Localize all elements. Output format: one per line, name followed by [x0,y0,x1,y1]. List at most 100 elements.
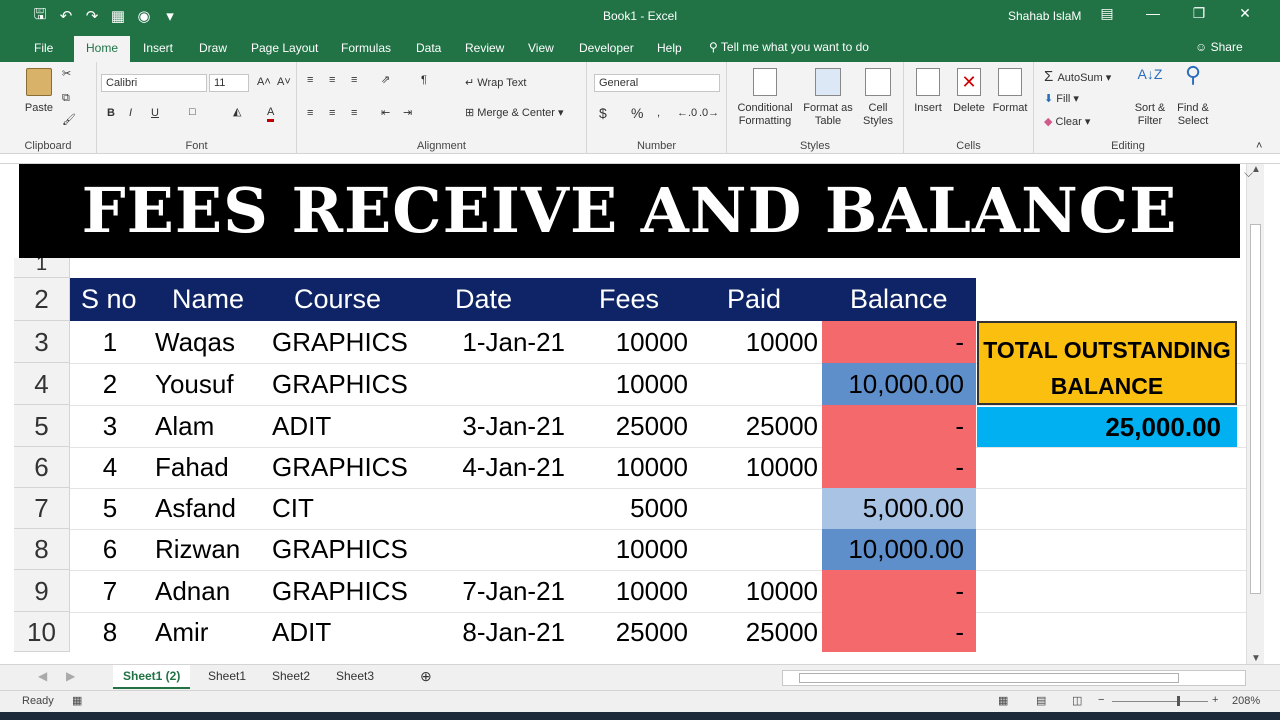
cell-name[interactable]: Waqas [155,321,265,363]
cell-sno[interactable]: 3 [70,405,150,447]
row-header-8[interactable]: 8 [14,529,70,570]
tab-developer[interactable]: Developer [579,41,634,55]
cell-paid[interactable]: 25000 [700,612,818,652]
zoom-level[interactable]: 208% [1232,695,1260,707]
fill-button[interactable]: ⬇ Fill ▾ [1044,93,1079,106]
align-right-icon[interactable]: ≡ [351,107,357,120]
zoom-out-icon[interactable]: − [1098,694,1104,706]
currency-button[interactable]: $ [599,106,607,120]
sheet-banner-title[interactable]: FEES RECEIVE AND BALANCE [19,164,1240,258]
cell-sno[interactable]: 5 [70,488,150,529]
align-middle-icon[interactable]: ≡ [329,74,335,87]
cell-balance[interactable]: - [822,405,976,447]
row-header-4[interactable]: 4 [14,363,70,405]
close-icon[interactable]: ✕ [1232,5,1258,22]
ribbon-display-options-icon[interactable]: ▤ [1094,5,1120,22]
format-as-table-button[interactable]: Format as Table [801,68,855,128]
cell-paid[interactable] [700,529,818,570]
cell-name[interactable]: Adnan [155,570,265,612]
row-header-5[interactable]: 5 [14,405,70,447]
macro-record-icon[interactable]: ▦ [72,694,82,707]
cell-name[interactable]: Asfand [155,488,265,529]
sheet-tab-sheet2[interactable]: Sheet2 [272,669,310,683]
zoom-slider[interactable] [1112,701,1208,702]
cell-name[interactable]: Amir [155,612,265,652]
normal-view-icon[interactable]: ▦ [998,694,1008,707]
merge-center-button[interactable]: ⊞ Merge & Center ▾ [465,107,564,120]
page-layout-view-icon[interactable]: ▤ [1036,694,1046,707]
cell-date[interactable] [445,488,565,529]
cell-sno[interactable]: 6 [70,529,150,570]
share-button[interactable]: ☺ Share [1195,40,1243,54]
cell-balance[interactable]: - [822,447,976,488]
sheet-tab-sheet1[interactable]: Sheet1 [208,669,246,683]
underline-button[interactable]: U [151,107,159,120]
row-header-2[interactable]: 2 [14,278,70,321]
tab-home[interactable]: Home [74,36,131,62]
cell-balance[interactable]: - [822,612,976,652]
cell-name[interactable]: Fahad [155,447,265,488]
page-break-view-icon[interactable]: ◫ [1072,694,1082,707]
tab-draw[interactable]: Draw [199,41,227,55]
cell-fees[interactable]: 25000 [570,405,688,447]
cell-paid[interactable]: 10000 [700,570,818,612]
tab-formulas[interactable]: Formulas [341,41,391,55]
table-header-row[interactable]: S no Name Course Date Fees Paid Balance [70,278,976,321]
tab-insert[interactable]: Insert [143,41,173,55]
fill-color-icon[interactable]: ◭ [233,106,241,119]
cell-name[interactable]: Alam [155,405,265,447]
tab-view[interactable]: View [528,41,554,55]
comma-style-icon[interactable]: , [657,107,660,120]
scroll-tabs-right-icon[interactable]: ▶ [66,669,75,683]
cell-course[interactable]: GRAPHICS [272,447,442,488]
decrease-font-icon[interactable]: A˅ [277,76,291,89]
cell-date[interactable]: 7-Jan-21 [445,570,565,612]
number-format-select[interactable]: General [594,74,720,92]
cell-course[interactable]: CIT [272,488,442,529]
cell-date[interactable]: 8-Jan-21 [445,612,565,652]
cell-date[interactable]: 3-Jan-21 [445,405,565,447]
cell-balance[interactable]: - [822,570,976,612]
user-name[interactable]: Shahab IslaM [1008,9,1081,23]
tab-file[interactable]: File [34,41,53,55]
restore-icon[interactable]: ❐ [1186,5,1212,22]
font-name-select[interactable]: Calibri [101,74,207,92]
row-header-10[interactable]: 10 [14,612,70,652]
tab-data[interactable]: Data [416,41,441,55]
tell-me-search[interactable]: ⚲ Tell me what you want to do [709,40,869,54]
total-outstanding-value[interactable]: 25,000.00 [977,407,1237,447]
scroll-tabs-left-icon[interactable]: ◀ [38,669,47,683]
cell-paid[interactable] [700,488,818,529]
cell-sno[interactable]: 4 [70,447,150,488]
font-color-icon[interactable]: A [267,106,275,122]
horizontal-scroll-thumb[interactable] [799,673,1179,683]
copy-icon[interactable]: ⧉ [62,92,70,105]
cell-fees[interactable]: 10000 [570,529,688,570]
decrease-decimal-icon[interactable]: .0→ [699,107,719,120]
row-header-6[interactable]: 6 [14,447,70,488]
cell-date[interactable]: 1-Jan-21 [445,321,565,363]
tab-help[interactable]: Help [657,41,682,55]
tab-review[interactable]: Review [465,41,504,55]
format-cells-button[interactable]: Format [990,68,1030,115]
find-select-button[interactable]: ⚲ Find & Select [1172,64,1214,128]
increase-font-icon[interactable]: A˄ [257,76,271,89]
cell-sno[interactable]: 7 [70,570,150,612]
vertical-scroll-thumb[interactable] [1250,224,1261,594]
cell-fees[interactable]: 5000 [570,488,688,529]
orientation-icon[interactable]: ⇗ [381,74,390,87]
cell-fees[interactable]: 10000 [570,447,688,488]
cell-sno[interactable]: 1 [70,321,150,363]
align-center-icon[interactable]: ≡ [329,107,335,120]
cell-paid[interactable] [700,363,818,405]
cell-balance[interactable]: - [822,321,976,363]
row-header-9[interactable]: 9 [14,570,70,612]
format-painter-icon[interactable]: 🖌 [62,114,76,127]
decrease-indent-icon[interactable]: ⇤ [381,107,390,120]
sheet-tab-sheet1-2[interactable]: Sheet1 (2) [113,665,191,689]
align-left-icon[interactable]: ≡ [307,107,313,120]
cell-date[interactable]: 4-Jan-21 [445,447,565,488]
total-outstanding-label[interactable]: TOTAL OUTSTANDING BALANCE [977,321,1237,405]
vertical-scrollbar[interactable]: ▲ ▼ [1246,164,1264,664]
percent-button[interactable]: % [631,106,643,120]
